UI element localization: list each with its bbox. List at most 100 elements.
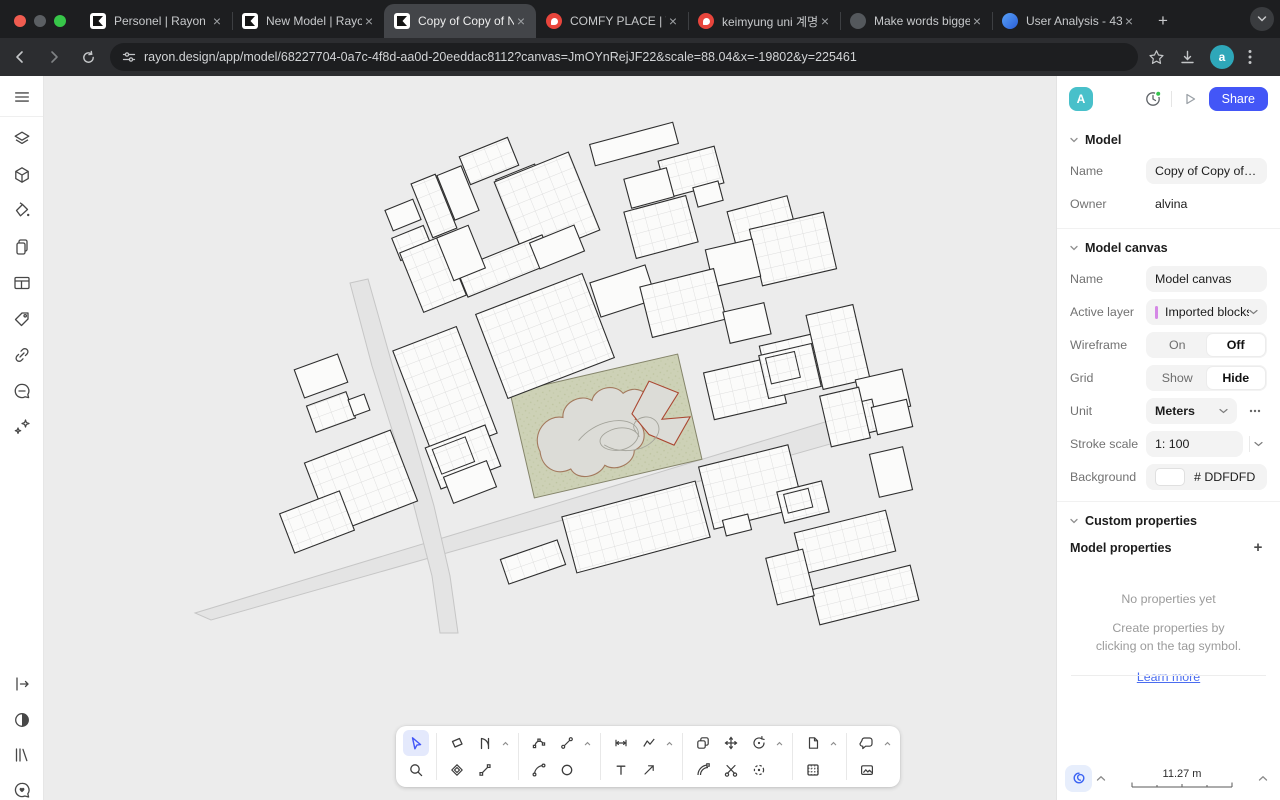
copy-tool[interactable]	[690, 730, 716, 756]
ai-sparkles-icon[interactable]	[11, 416, 33, 438]
version-history-icon[interactable]	[1142, 88, 1164, 110]
circle-tool[interactable]	[554, 757, 580, 783]
tag-icon[interactable]	[11, 308, 33, 330]
canvas-area[interactable]	[44, 76, 1056, 800]
move-tool[interactable]	[718, 730, 744, 756]
browser-tab[interactable]: Make words bigge×	[840, 4, 992, 38]
offset-tool[interactable]	[690, 757, 716, 783]
hatch-tool[interactable]	[800, 757, 826, 783]
door-tool[interactable]	[472, 730, 498, 756]
segment-tool[interactable]	[554, 730, 580, 756]
reload-icon[interactable]	[74, 43, 102, 71]
tool-group-expand-icon[interactable]	[828, 730, 839, 756]
stroke-scale-dropdown-icon[interactable]	[1249, 436, 1267, 452]
color-swatch[interactable]	[1155, 468, 1185, 486]
browser-menu-icon[interactable]	[1248, 49, 1252, 65]
add-property-icon[interactable]: +	[1249, 539, 1267, 556]
user-avatar[interactable]: A	[1069, 87, 1093, 111]
back-icon[interactable]	[6, 43, 34, 71]
browser-tab[interactable]: Copy of Copy of N×	[384, 4, 536, 38]
blocks-cube-icon[interactable]	[11, 164, 33, 186]
arc-tool[interactable]	[526, 757, 552, 783]
image-tool[interactable]	[854, 757, 880, 783]
select-tool[interactable]	[403, 730, 429, 756]
library-icon[interactable]	[11, 744, 33, 766]
tab-search-icon[interactable]	[1250, 7, 1274, 31]
download-icon[interactable]	[1179, 49, 1196, 66]
tab-close-icon[interactable]: ×	[666, 14, 680, 28]
main-menu-icon[interactable]	[11, 86, 33, 108]
edit-points-tool[interactable]	[526, 730, 552, 756]
comments-icon[interactable]	[11, 380, 33, 402]
model-name-input[interactable]	[1146, 158, 1267, 184]
snapping-expand-icon[interactable]	[1092, 775, 1110, 782]
browser-tab[interactable]: New Model | Rayon×	[232, 4, 384, 38]
tool-group-expand-icon[interactable]	[882, 730, 893, 756]
pivot-tool[interactable]	[746, 757, 772, 783]
block-tool[interactable]	[444, 757, 470, 783]
tool-group-expand-icon[interactable]	[664, 730, 675, 756]
zoom-tool[interactable]	[403, 757, 429, 783]
window-minimize-button[interactable]	[34, 15, 46, 27]
share-button[interactable]: Share	[1209, 87, 1268, 111]
polyline-tool[interactable]	[636, 730, 662, 756]
tab-close-icon[interactable]: ×	[1122, 14, 1136, 28]
text-tool[interactable]	[608, 757, 634, 783]
rectangle-tool[interactable]	[444, 730, 470, 756]
bookmark-star-icon[interactable]	[1148, 49, 1165, 66]
tab-close-icon[interactable]: ×	[818, 14, 832, 28]
tool-group-expand-icon[interactable]	[774, 730, 785, 756]
pages-icon[interactable]	[11, 236, 33, 258]
theme-contrast-icon[interactable]	[11, 709, 33, 731]
window-zoom-button[interactable]	[54, 15, 66, 27]
url-bar[interactable]: rayon.design/app/model/68227704-0a7c-4f8…	[110, 43, 1138, 71]
grid-show-option[interactable]: Show	[1148, 367, 1207, 389]
new-tab-button[interactable]: +	[1150, 8, 1176, 34]
wireframe-toggle[interactable]: On Off	[1146, 332, 1267, 358]
wireframe-on-option[interactable]: On	[1148, 334, 1207, 356]
rotate-tool[interactable]	[746, 730, 772, 756]
background-color-picker[interactable]: # DDFDFD	[1146, 464, 1267, 490]
trim-tool[interactable]	[718, 757, 744, 783]
dimension-tool[interactable]	[608, 730, 634, 756]
wireframe-off-option[interactable]: Off	[1207, 334, 1266, 356]
scale-expand-icon[interactable]	[1254, 775, 1272, 782]
site-settings-icon[interactable]	[122, 50, 136, 64]
custom-properties-header[interactable]: Custom properties	[1070, 514, 1267, 528]
tab-close-icon[interactable]: ×	[970, 14, 984, 28]
browser-tab[interactable]: Personel | Rayon×	[80, 4, 232, 38]
layers-icon[interactable]	[11, 128, 33, 150]
comment-tool[interactable]	[854, 730, 880, 756]
tab-close-icon[interactable]: ×	[210, 14, 224, 28]
table-icon[interactable]	[11, 272, 33, 294]
active-layer-dropdown[interactable]: Imported blocks	[1146, 299, 1267, 325]
model-canvas-section-header[interactable]: Model canvas	[1070, 241, 1267, 255]
grid-hide-option[interactable]: Hide	[1207, 367, 1266, 389]
present-play-icon[interactable]	[1179, 88, 1201, 110]
tab-close-icon[interactable]: ×	[362, 14, 376, 28]
help-support-icon[interactable]	[11, 779, 33, 800]
line-tool[interactable]	[472, 757, 498, 783]
browser-profile-avatar[interactable]: a	[1210, 45, 1234, 69]
paint-fill-icon[interactable]	[11, 200, 33, 222]
unit-more-options-icon[interactable]	[1243, 399, 1267, 423]
tool-group-expand-icon[interactable]	[500, 730, 511, 756]
stroke-scale-input[interactable]: 1: 100	[1146, 431, 1243, 457]
page-tool[interactable]	[800, 730, 826, 756]
canvas-name-input[interactable]	[1146, 266, 1267, 292]
window-close-button[interactable]	[14, 15, 26, 27]
browser-tab[interactable]: COMFY PLACE | W×	[536, 4, 688, 38]
link-icon[interactable]	[11, 344, 33, 366]
unit-dropdown[interactable]: Meters	[1146, 398, 1237, 424]
arrow-tool[interactable]	[636, 757, 662, 783]
model-section-header[interactable]: Model	[1070, 133, 1267, 147]
browser-tab[interactable]: User Analysis - 43×	[992, 4, 1144, 38]
tool-group-expand-icon[interactable]	[582, 730, 593, 756]
snapping-toggle[interactable]	[1065, 765, 1092, 792]
forward-icon[interactable]	[40, 43, 68, 71]
browser-tab[interactable]: keimyung uni 계명×	[688, 4, 840, 38]
tab-close-icon[interactable]: ×	[514, 14, 528, 28]
learn-more-link[interactable]: Learn more	[1070, 670, 1267, 684]
export-icon[interactable]	[11, 673, 33, 695]
grid-toggle[interactable]: Show Hide	[1146, 365, 1267, 391]
